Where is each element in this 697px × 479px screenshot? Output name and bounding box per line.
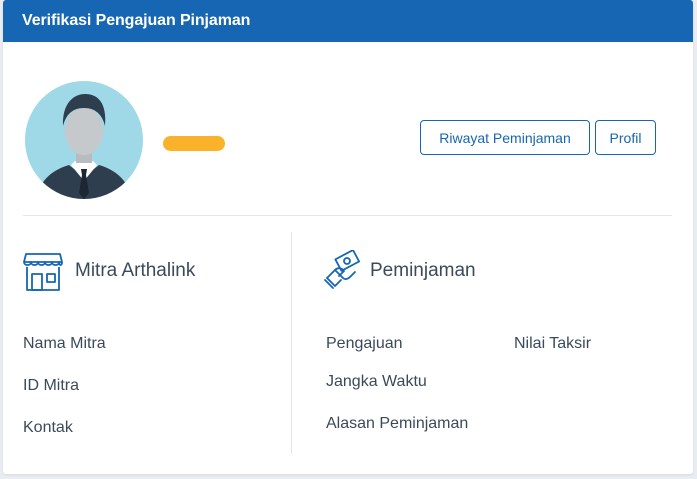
loan-verification-card: Verifikasi Pengajuan Pinjaman Riwayat Pe… [3, 0, 693, 474]
loan-history-button[interactable]: Riwayat Peminjaman [420, 120, 590, 155]
mitra-field-nama: Nama Mitra [23, 335, 106, 352]
peminjaman-field-alasan: Alasan Peminjaman [326, 415, 469, 432]
section-divider [23, 215, 672, 216]
card-header: Verifikasi Pengajuan Pinjaman [3, 0, 693, 42]
mitra-field-kontak: Kontak [23, 419, 73, 436]
peminjaman-field-jangka-waktu: Jangka Waktu [326, 373, 427, 390]
peminjaman-field-pengajuan: Pengajuan [326, 335, 403, 352]
name-placeholder [163, 136, 225, 151]
storefront-icon [23, 253, 63, 291]
money-hand-icon [324, 250, 361, 289]
peminjaman-section-title: Peminjaman [370, 260, 476, 281]
user-avatar-icon [25, 81, 143, 199]
mitra-field-id: ID Mitra [23, 377, 79, 394]
avatar [25, 81, 143, 199]
profile-button[interactable]: Profil [595, 120, 656, 155]
mitra-section-title: Mitra Arthalink [75, 260, 196, 281]
page-title: Verifikasi Pengajuan Pinjaman [22, 12, 251, 29]
column-divider [291, 232, 292, 454]
peminjaman-field-nilai-taksir: Nilai Taksir [514, 335, 592, 352]
